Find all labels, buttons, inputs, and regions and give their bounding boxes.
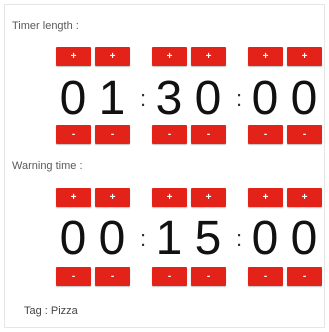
warning-minutes-ones-digit: 5 (194, 212, 222, 265)
timer-hours-ones-increment-button[interactable]: + (95, 47, 130, 66)
timer-seconds-tens-digit: 0 (251, 72, 279, 125)
warning-seconds-tens-digit: 0 (251, 212, 279, 265)
timer-minutes-ones-digit: 0 (194, 72, 222, 125)
timer-minutes-tens-increment-button[interactable]: + (152, 47, 187, 66)
warning-hours-tens-digit: 0 (59, 212, 87, 265)
warning-hours-tens-increment-button[interactable]: + (56, 188, 91, 207)
warning-seconds-ones-increment-button[interactable]: + (287, 188, 322, 207)
timer-length-label: Timer length : (12, 20, 79, 32)
warning-hours-tens-decrement-button[interactable]: - (56, 267, 91, 286)
timer-hours-ones-decrement-button[interactable]: - (95, 125, 130, 144)
timer-seconds-ones-decrement-button[interactable]: - (287, 125, 322, 144)
warning-seconds-ones-decrement-button[interactable]: - (287, 267, 322, 286)
timer-seconds-ones-increment-button[interactable]: + (287, 47, 322, 66)
timer-hours-tens-digit: 0 (59, 72, 87, 125)
timer-hours-tens-increment-button[interactable]: + (56, 47, 91, 66)
warning-minutes-ones-increment-button[interactable]: + (191, 188, 226, 207)
warning-seconds-ones-digit: 0 (290, 212, 318, 265)
timer-seconds-tens-decrement-button[interactable]: - (248, 125, 283, 144)
warning-minutes-tens-increment-button[interactable]: + (152, 188, 187, 207)
warning-time-label: Warning time : (12, 160, 83, 172)
warning-hours-ones-decrement-button[interactable]: - (95, 267, 130, 286)
warning-hours-ones-digit: 0 (98, 212, 126, 265)
timer-hours-tens-decrement-button[interactable]: - (56, 125, 91, 144)
warning-separator-hm: : (139, 226, 147, 251)
timer-minutes-ones-decrement-button[interactable]: - (191, 125, 226, 144)
timer-hours-ones-digit: 1 (98, 72, 126, 125)
warning-minutes-tens-decrement-button[interactable]: - (152, 267, 187, 286)
timer-minutes-tens-decrement-button[interactable]: - (152, 125, 187, 144)
warning-hours-ones-increment-button[interactable]: + (95, 188, 130, 207)
tag-label: Tag : Pizza (24, 305, 78, 317)
timer-minutes-ones-increment-button[interactable]: + (191, 47, 226, 66)
timer-separator-hm: : (139, 86, 147, 111)
timer-separator-ms: : (235, 86, 243, 111)
warning-seconds-tens-decrement-button[interactable]: - (248, 267, 283, 286)
warning-seconds-tens-increment-button[interactable]: + (248, 188, 283, 207)
timer-minutes-tens-digit: 3 (155, 72, 183, 125)
warning-minutes-ones-decrement-button[interactable]: - (191, 267, 226, 286)
timer-seconds-tens-increment-button[interactable]: + (248, 47, 283, 66)
warning-minutes-tens-digit: 1 (155, 212, 183, 265)
warning-separator-ms: : (235, 226, 243, 251)
timer-seconds-ones-digit: 0 (290, 72, 318, 125)
